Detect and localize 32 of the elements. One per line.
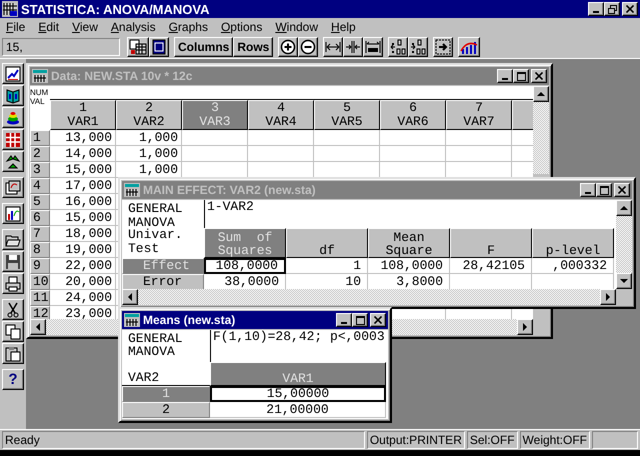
status-panel: Output:PRINTER	[366, 431, 465, 449]
window-title: Data: NEW.STA 10v * 12c	[51, 69, 194, 83]
table-cell: 1,000	[138, 130, 178, 145]
factor-label: VAR2	[128, 371, 160, 385]
table-cell: 108,0000	[204, 258, 286, 274]
results-caption: F(1,10)=28,42; p<,0003	[210, 330, 386, 362]
table-cell: 19,000	[65, 242, 112, 257]
table-cell: 15,00000	[210, 386, 386, 402]
window-title: MAIN EFFECT: VAR2 (new.sta)	[143, 183, 317, 197]
table-cell: 1,000	[138, 162, 178, 177]
table-cell: 1	[286, 258, 368, 274]
app-title: STATISTICA: ANOVA/MANOVA	[21, 2, 210, 16]
table-cell: 23,000	[65, 306, 112, 319]
table-cell: 28,42105	[450, 258, 532, 274]
table-cell: 14,000	[65, 146, 112, 161]
table-cell: 1,000	[138, 146, 178, 161]
window-title: Means (new.sta)	[143, 313, 236, 327]
table-cell: 22,000	[65, 258, 112, 273]
table-cell: 17,000	[65, 178, 112, 193]
table-cell: 18,000	[65, 226, 112, 241]
table-cell: 13,000	[65, 130, 112, 145]
table-cell: 24,000	[65, 290, 112, 305]
status-panel: Sel:OFF	[466, 431, 518, 449]
table-cell: 15,000	[65, 162, 112, 177]
table-cell: ,000332	[532, 258, 614, 274]
status-panel: Ready	[2, 431, 365, 449]
table-cell: 15,000	[65, 210, 112, 225]
table-cell: 20,000	[65, 274, 112, 289]
table-cell: 16,000	[65, 194, 112, 209]
status-panel: Weight:OFF	[520, 431, 590, 449]
table-cell: 21,00000	[210, 402, 386, 418]
table-cell: 108,0000	[368, 258, 450, 274]
